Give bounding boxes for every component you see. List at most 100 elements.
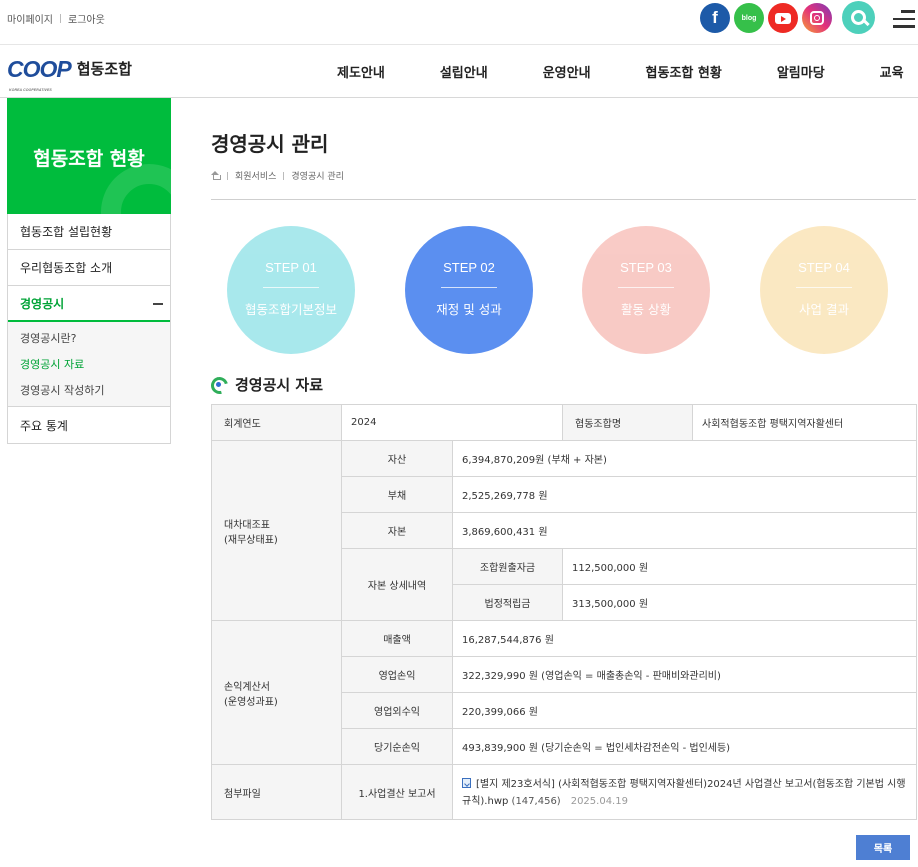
net-income-value: 493,839,900 원 (당기순손익 = 법인세차감전손익 - 법인세등): [451, 728, 918, 765]
income-statement-label: 손익계산서 (운영성과표): [211, 620, 342, 765]
assets-value: 6,394,870,209원 (부채 + 자본): [451, 440, 918, 477]
file-size: (147,456): [511, 796, 561, 807]
paid-in-capital-value: 112,500,000 원: [562, 548, 918, 585]
camera-icon: [810, 11, 824, 25]
search-icon: [851, 10, 866, 25]
collapse-icon: [153, 303, 163, 305]
sidebar-item-disclosure[interactable]: 경영공시: [8, 286, 170, 322]
logout-link[interactable]: 로그아웃: [68, 11, 105, 26]
step-01[interactable]: STEP 01 협동조합기본정보: [227, 226, 355, 354]
step-name: 활동 상황: [621, 302, 671, 317]
file-date: 2025.04.19: [570, 796, 628, 807]
table-row: 회계연도 2024 협동조합명 사회적협동조합 평택지역자활센터: [211, 404, 918, 441]
site-logo[interactable]: COOP KOREA COOPERATIVES 협동조합: [7, 58, 132, 93]
attachment-type: 1.사업결산 보고서: [341, 764, 453, 820]
coop-name-value: 사회적협동조합 평택지역자활센터: [692, 404, 918, 441]
equity-detail-label: 자본 상세내역: [341, 548, 453, 621]
breadcrumb: 회원서비스 경영공시 관리: [211, 169, 344, 182]
equity-value: 3,869,600,431 원: [451, 512, 918, 549]
attachment-label: 첨부파일: [211, 764, 342, 820]
balance-sheet-label: 대차대조표 (재무상태표): [211, 440, 342, 621]
table-row: 첨부파일 1.사업결산 보고서 [별지 제23호서식] (사회적협동조합 평택지…: [211, 764, 918, 820]
nav-establishment-guide[interactable]: 설립안내: [440, 62, 488, 81]
legal-reserve-value: 313,500,000 원: [562, 584, 918, 621]
breadcrumb-member-service[interactable]: 회원서비스: [235, 169, 276, 182]
operating-income-label: 영업손익: [341, 656, 453, 693]
sidebar-menu: 협동조합 설립현황 우리협동조합 소개 경영공시 경영공시란? 경영공시 자료 …: [7, 214, 171, 444]
sidebar-banner: 협동조합 현황: [7, 98, 171, 214]
attachment-cell: [별지 제23호서식] (사회적협동조합 평택지역자활센터)2024년 사업결산…: [451, 764, 918, 820]
search-button[interactable]: [842, 1, 875, 34]
social-links: f blog: [700, 3, 832, 33]
nav-coop-status[interactable]: 협동조합 현황: [646, 62, 722, 81]
submenu-item-about[interactable]: 경영공시란?: [8, 326, 170, 352]
step-03[interactable]: STEP 03 활동 상황: [582, 226, 710, 354]
breadcrumb-current: 경영공시 관리: [291, 172, 344, 182]
step-label: STEP 01: [265, 260, 317, 275]
table-row: 대차대조표 (재무상태표) 자산 6,394,870,209원 (부채 + 자본…: [211, 440, 918, 621]
assets-label: 자산: [341, 440, 453, 477]
logo-mark: COOP KOREA COOPERATIVES: [7, 58, 72, 93]
divider: [283, 171, 285, 180]
step-indicator: STEP 01 협동조합기본정보 STEP 02 재정 및 성과 STEP 03…: [227, 226, 917, 354]
facebook-icon[interactable]: f: [700, 3, 730, 33]
sidebar-item-label: 경영공시: [20, 296, 65, 311]
liabilities-label: 부채: [341, 476, 453, 513]
step-04[interactable]: STEP 04 사업 결과: [760, 226, 888, 354]
operating-income-value: 322,329,990 원 (영업손익 = 매출총손익 - 판매비와관리비): [451, 656, 918, 693]
logo-name: 협동조합: [76, 60, 132, 78]
submenu-item-data[interactable]: 경영공시 자료: [8, 352, 170, 378]
fiscal-year-value: 2024: [340, 404, 564, 441]
logo-subtitle: KOREA COOPERATIVES: [9, 88, 52, 92]
step-02[interactable]: STEP 02 재정 및 성과: [405, 226, 533, 354]
instagram-icon[interactable]: [802, 3, 832, 33]
page-title: 경영공시 관리: [211, 132, 329, 156]
table-row: 손익계산서 (운영성과표) 매출액 16,287,544,876 원: [211, 620, 918, 765]
sidebar: 협동조합 현황 협동조합 설립현황 우리협동조합 소개 경영공시 경영공시란? …: [7, 98, 171, 444]
submenu-item-write[interactable]: 경영공시 작성하기: [8, 378, 170, 404]
mypage-link[interactable]: 마이페이지: [7, 11, 53, 26]
file-icon: [462, 778, 471, 788]
non-operating-income-label: 영업외수익: [341, 692, 453, 729]
nav-education[interactable]: 교육: [880, 62, 904, 81]
home-icon[interactable]: [211, 171, 221, 180]
youtube-icon[interactable]: [768, 3, 798, 33]
nav-notice-board[interactable]: 알림마당: [777, 62, 825, 81]
revenue-value: 16,287,544,876 원: [451, 620, 918, 657]
legal-reserve-label: 법정적립금: [451, 584, 564, 621]
menu-icon[interactable]: [893, 10, 915, 28]
paid-in-capital-label: 조합원출자금: [451, 548, 564, 585]
top-links: 마이페이지 로그아웃: [7, 11, 105, 26]
divider: [211, 199, 916, 200]
nav-system-guide[interactable]: 제도안내: [337, 62, 385, 81]
sidebar-item-coop-intro[interactable]: 우리협동조합 소개: [8, 250, 170, 286]
main-header: COOP KOREA COOPERATIVES 협동조합 제도안내 설립안내 운…: [0, 45, 918, 98]
non-operating-income-value: 220,399,066 원: [451, 692, 918, 729]
step-name: 재정 및 성과: [436, 302, 502, 317]
fiscal-year-label: 회계연도: [211, 404, 342, 441]
liabilities-value: 2,525,269,778 원: [451, 476, 918, 513]
play-icon: [775, 12, 791, 24]
equity-label: 자본: [341, 512, 453, 549]
step-name: 사업 결과: [799, 302, 849, 317]
section-icon: [211, 377, 226, 392]
step-label: STEP 04: [798, 260, 850, 275]
sidebar-item-statistics[interactable]: 주요 통계: [8, 407, 170, 443]
blog-icon[interactable]: blog: [734, 3, 764, 33]
sidebar-item-establishment-status[interactable]: 협동조합 설립현황: [8, 214, 170, 250]
disclosure-table: 회계연도 2024 협동조합명 사회적협동조합 평택지역자활센터 대차대조표 (…: [211, 404, 918, 820]
revenue-label: 매출액: [341, 620, 453, 657]
sidebar-submenu: 경영공시란? 경영공시 자료 경영공시 작성하기: [8, 322, 170, 407]
global-nav: 제도안내 설립안내 운영안내 협동조합 현황 알림마당 교육: [337, 62, 904, 81]
divider: [60, 14, 61, 23]
step-label: STEP 02: [443, 260, 495, 275]
divider: [227, 171, 228, 180]
decorative-circle: [101, 164, 171, 214]
section-title: 경영공시 자료: [211, 374, 323, 395]
net-income-label: 당기순손익: [341, 728, 453, 765]
nav-operation-guide[interactable]: 운영안내: [543, 62, 591, 81]
step-name: 협동조합기본정보: [244, 302, 337, 317]
list-button[interactable]: 목록: [856, 835, 910, 860]
step-label: STEP 03: [620, 260, 672, 275]
coop-name-label: 협동조합명: [562, 404, 694, 441]
